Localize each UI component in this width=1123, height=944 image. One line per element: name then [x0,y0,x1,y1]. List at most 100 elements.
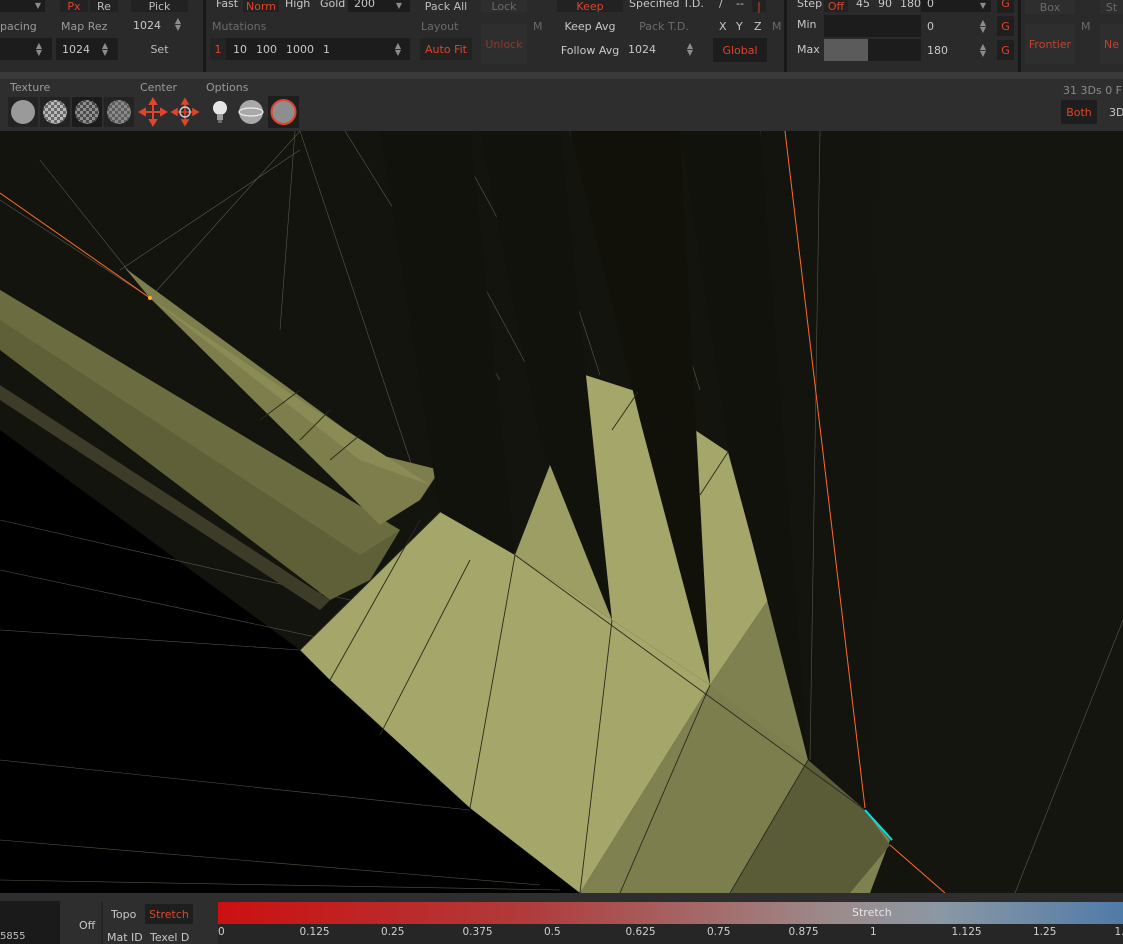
dropdown-arrow-icon: ▼ [979,1,987,10]
topo-mode[interactable]: Topo [111,908,136,921]
gradient-tick-row [218,924,1123,944]
center-cross-arrows-icon[interactable] [138,97,168,127]
toolbar-divider [0,72,1123,79]
gradient-tick-label: 1.25 [1033,926,1057,938]
texture-label: Texture [10,81,51,94]
step-value: 0 [927,0,934,10]
checker-sphere-icon[interactable] [40,97,70,127]
gradient-tick-label: 1.125 [951,926,982,938]
options-label: Options [206,81,249,94]
mutations-field[interactable]: 1 10 100 1000 1 [210,38,410,60]
max-slider[interactable] [824,39,922,61]
frontier-button[interactable]: Frontier [1025,24,1075,64]
axis-x[interactable]: X [719,20,727,33]
min-value: 0 [927,19,934,33]
unlock-button[interactable]: Unlock [481,24,527,64]
mutation-option-100[interactable]: 100 [256,43,277,56]
step-label: Step [797,0,823,10]
off-toggle[interactable]: Off [79,919,95,932]
min-label: Min [797,18,817,31]
wireframe-sphere-icon[interactable] [236,97,266,127]
auto-fit-button[interactable]: Auto Fit [420,38,472,60]
center-target-arrows-icon[interactable] [170,97,200,127]
st-button[interactable]: St [1100,0,1123,14]
gradient-tick-label: 0.875 [788,926,819,938]
mat-id-mode[interactable]: Mat ID [107,931,143,944]
fast-option[interactable]: Fast [216,0,238,10]
stepper-arrows-icon[interactable]: ▲ ▼ [34,42,44,57]
stretch-mode-button[interactable]: Stretch [145,904,193,924]
high-option[interactable]: High [285,0,310,10]
layout-label: Layout [421,20,459,33]
mutation-option-1000[interactable]: 1000 [286,43,314,56]
axis-slash[interactable]: / [719,0,723,10]
top-toolbar: ▼ Px Re Pick pacing Map Rez 1024 ▲ ▼ ▲ ▼ 1… [0,0,1123,72]
mutation-option-1[interactable]: 1 [210,38,226,60]
value-display-text: 5855 [0,931,26,942]
pick-button[interactable]: Pick [131,0,188,13]
pack-all-button[interactable]: Pack All [420,0,472,13]
gradient-tick-label: 1 [870,926,877,938]
step-angle-90[interactable]: 90 [878,0,892,10]
re-button[interactable]: Re [90,0,118,13]
stepper-arrows-icon[interactable]: ▲ ▼ [393,42,403,57]
both-button[interactable]: Both [1061,100,1097,124]
solid-sphere-icon[interactable] [8,97,38,127]
follow-avg-value: 1024 [628,42,656,56]
pack-td-button[interactable]: Pack T.D. [629,16,699,36]
seam-line-left [0,192,151,299]
global-button[interactable]: Global [713,38,767,62]
norm-option[interactable]: Norm [243,0,279,13]
gradient-tick-label: 0.625 [625,926,656,938]
axis-z[interactable]: Z [754,20,762,33]
step-off-button[interactable]: Off [824,0,848,13]
axis-pipe[interactable]: | [752,0,766,13]
map-rez-label: Map Rez [61,20,108,33]
step-angle-180[interactable]: 180 [900,0,921,10]
step-angle-45[interactable]: 45 [856,0,870,10]
stepper-arrows-icon[interactable]: ▲ ▼ [978,43,988,58]
seam-vertex [148,296,152,300]
right-m-label: M [1081,20,1091,33]
spacing-label: pacing [0,20,37,33]
ne-button[interactable]: Ne [1100,24,1123,64]
mutation-option-10[interactable]: 10 [233,43,247,56]
map-rez-value: 1024 [62,42,90,56]
3d-button[interactable]: 3D [1109,106,1123,119]
stepper-arrows-icon[interactable]: ▲ ▼ [685,42,695,57]
lock-button[interactable]: Lock [481,0,527,13]
max-g-button[interactable]: G [997,40,1014,60]
value-display: 5855 [0,901,60,944]
checker-sphere-dark-icon[interactable] [72,97,102,127]
gradient-tick-label: 0.5 [544,926,561,938]
px-button[interactable]: Px [60,0,88,13]
red-ring-sphere-icon[interactable] [268,96,299,128]
uv-viewport[interactable] [0,131,1123,893]
follow-avg-button[interactable]: Follow Avg [557,40,623,60]
min-field[interactable] [824,15,922,37]
specified-td-label: Specified T.D. [629,0,704,10]
keep-avg-button[interactable]: Keep Avg [557,16,623,36]
gradient-tick-label: 0.25 [381,926,405,938]
stepper-arrows-icon[interactable]: ▲ ▼ [100,42,110,57]
axis-dash[interactable]: -- [736,0,744,10]
step-g-button[interactable]: G [997,0,1014,13]
spacing-field[interactable] [0,38,52,60]
box-button[interactable]: Box [1025,0,1075,14]
axis-y[interactable]: Y [736,20,743,33]
mutation-value: 1 [323,42,330,56]
gradient-title: Stretch [852,906,892,919]
checker-sphere-gray-icon[interactable] [104,97,134,127]
keep-button[interactable]: Keep [557,0,623,13]
set-button[interactable]: Set [131,38,188,60]
gold-option[interactable]: Gold [320,0,345,10]
divider [101,901,103,944]
texel-density-mode[interactable]: Texel D [150,931,189,944]
stepper-arrows-icon[interactable]: ▲ ▼ [978,19,988,34]
max-slider-fill [824,39,869,61]
stepper-arrows-icon[interactable]: ▲ ▼ [173,17,183,32]
m-label: M [533,20,543,33]
min-g-button[interactable]: G [997,16,1014,36]
max-value: 180 [927,43,948,57]
lightbulb-icon[interactable] [206,97,234,127]
